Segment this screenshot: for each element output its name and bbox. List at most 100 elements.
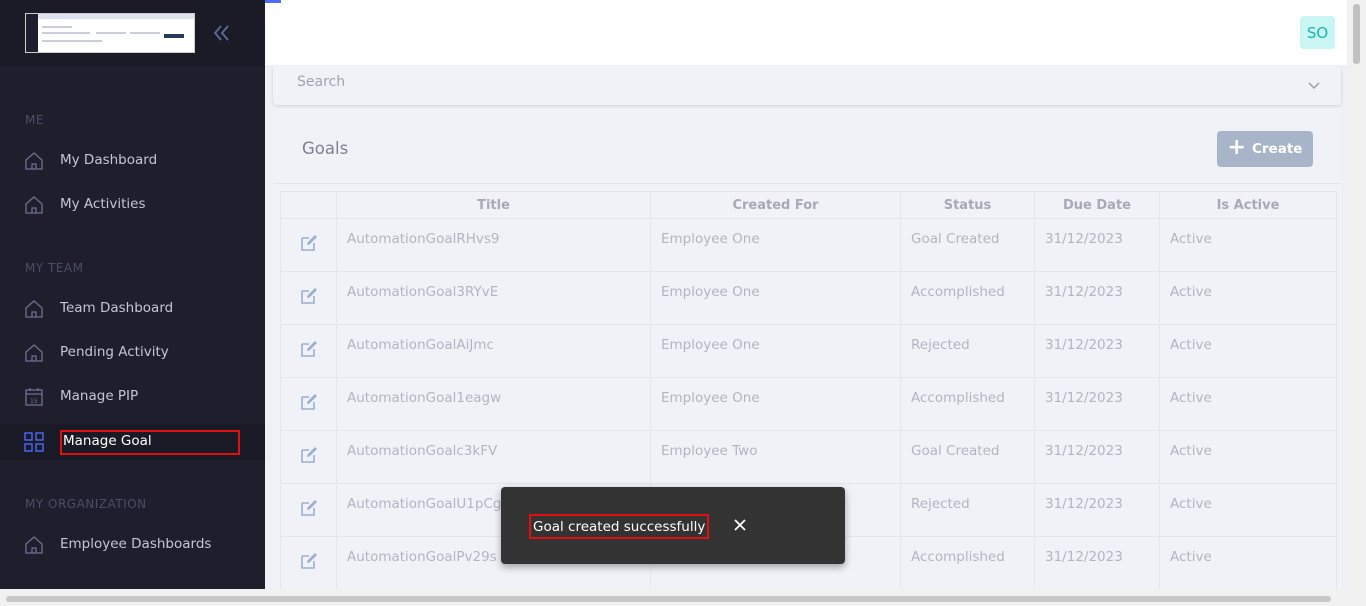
cell-due-date: 31/12/2023 — [1034, 430, 1160, 484]
column-header-due-date[interactable]: Due Date — [1034, 191, 1160, 219]
table-row: AutomationGoal3RYvE Employee One Accomplis… — [280, 271, 1337, 325]
table-row: AutomationGoalRHvs9 Employee One Goal Crea… — [280, 218, 1337, 272]
edit-cell — [280, 483, 337, 537]
cell-is-active: Active — [1159, 430, 1337, 484]
cell-created-for: Employee One — [650, 271, 901, 325]
cell-is-active: Active — [1159, 271, 1337, 325]
edit-cell — [280, 271, 337, 325]
cell-status: Rejected — [900, 483, 1035, 537]
sidebar-item-label: Pending Activity — [60, 344, 169, 360]
vertical-scrollbar[interactable] — [1347, 0, 1366, 589]
cell-title: AutomationGoalAiJmc — [336, 324, 651, 378]
table-header-row: Title Created For Status Due Date Is Act… — [280, 191, 1337, 219]
logo-thumbnail[interactable] — [25, 13, 195, 53]
cell-is-active: Active — [1159, 536, 1337, 590]
column-header-created-for[interactable]: Created For — [650, 191, 901, 219]
grid-icon — [24, 432, 44, 452]
column-header-title[interactable]: Title — [336, 191, 651, 219]
cell-title: AutomationGoalRHvs9 — [336, 218, 651, 272]
sidebar-item-my-activities[interactable]: My Activities — [0, 187, 265, 223]
sidebar-item-employee-dashboards[interactable]: Employee Dashboards — [0, 527, 265, 563]
cell-due-date: 31/12/2023 — [1034, 377, 1160, 431]
progress-accent — [265, 0, 281, 3]
cell-due-date: 31/12/2023 — [1034, 271, 1160, 325]
section-label-my-team: MY TEAM — [25, 261, 84, 275]
home-icon — [25, 300, 43, 318]
sidebar-item-team-dashboard[interactable]: Team Dashboard — [0, 291, 265, 327]
cell-title: AutomationGoal3RYvE — [336, 271, 651, 325]
cell-is-active: Active — [1159, 218, 1337, 272]
collapse-sidebar-icon[interactable] — [208, 20, 234, 46]
section-label-me: ME — [25, 113, 44, 127]
home-icon — [25, 196, 43, 214]
edit-icon[interactable] — [299, 445, 319, 465]
cell-created-for: Employee One — [650, 377, 901, 431]
sidebar-item-label: Manage PIP — [60, 388, 139, 404]
cell-status: Accomplished — [900, 536, 1035, 590]
create-button-label: Create — [1251, 141, 1303, 157]
toast-notification: Goal created successfully — [501, 487, 845, 564]
toast-message: Goal created successfully — [529, 514, 710, 539]
home-icon — [25, 344, 43, 362]
cell-status: Accomplished — [900, 271, 1035, 325]
topbar — [265, 0, 1347, 65]
home-icon — [25, 536, 43, 554]
plus-icon: + — [1227, 135, 1246, 160]
cell-title: AutomationGoalc3kFV — [336, 430, 651, 484]
create-button[interactable]: + Create — [1217, 131, 1313, 167]
column-header-is-active[interactable]: Is Active — [1159, 191, 1337, 219]
page-title: Goals — [302, 139, 349, 158]
search-panel[interactable]: Search — [273, 65, 1341, 105]
horizontal-scrollbar[interactable] — [0, 589, 1366, 606]
cell-status: Accomplished — [900, 377, 1035, 431]
sidebar-item-label: Team Dashboard — [60, 300, 174, 316]
edit-cell — [280, 324, 337, 378]
section-label-my-organization: MY ORGANIZATION — [25, 497, 147, 511]
svg-text:15: 15 — [30, 398, 38, 405]
sidebar-item-label: Employee Dashboards — [60, 536, 212, 552]
cell-due-date: 31/12/2023 — [1034, 483, 1160, 537]
table-row: AutomationGoal1eagw Employee One Accomplis… — [280, 377, 1337, 431]
home-icon — [25, 152, 43, 170]
cell-status: Goal Created — [900, 430, 1035, 484]
edit-cell — [280, 218, 337, 272]
sidebar-item-pending-activity[interactable]: Pending Activity — [0, 335, 265, 371]
cell-title: AutomationGoal1eagw — [336, 377, 651, 431]
edit-icon[interactable] — [299, 339, 319, 359]
cell-status: Goal Created — [900, 218, 1035, 272]
sidebar-item-my-dashboard[interactable]: My Dashboard — [0, 143, 265, 179]
divider — [273, 183, 1341, 184]
cell-created-for: Employee Two — [650, 430, 901, 484]
cell-is-active: Active — [1159, 483, 1337, 537]
cell-is-active: Active — [1159, 324, 1337, 378]
table-row: AutomationGoalAiJmc Employee One Rejected 3… — [280, 324, 1337, 378]
column-header-status[interactable]: Status — [900, 191, 1035, 219]
edit-icon[interactable] — [299, 392, 319, 412]
avatar[interactable]: SO — [1300, 16, 1335, 49]
search-label: Search — [297, 74, 346, 90]
sidebar: ME My Dashboard My Activities MY TEAM Te… — [0, 0, 265, 589]
edit-icon[interactable] — [299, 233, 319, 253]
cell-is-active: Active — [1159, 377, 1337, 431]
edit-icon[interactable] — [299, 498, 319, 518]
close-icon[interactable] — [732, 517, 748, 533]
cell-due-date: 31/12/2023 — [1034, 324, 1160, 378]
table-row: AutomationGoalc3kFV Employee Two Goal Crea… — [280, 430, 1337, 484]
calendar-icon: 15 — [25, 388, 43, 406]
sidebar-item-label: My Activities — [60, 196, 146, 212]
column-header-edit — [280, 191, 337, 219]
sidebar-item-label: My Dashboard — [60, 152, 158, 168]
cell-created-for: Employee One — [650, 324, 901, 378]
cell-due-date: 31/12/2023 — [1034, 218, 1160, 272]
edit-cell — [280, 377, 337, 431]
edit-cell — [280, 536, 337, 590]
edit-icon[interactable] — [299, 286, 319, 306]
cell-status: Rejected — [900, 324, 1035, 378]
sidebar-item-manage-pip[interactable]: 15 Manage PIP — [0, 379, 265, 415]
logo-area — [0, 0, 265, 66]
chevron-down-icon[interactable] — [1305, 77, 1323, 95]
edit-cell — [280, 430, 337, 484]
cell-due-date: 31/12/2023 — [1034, 536, 1160, 590]
cell-created-for: Employee One — [650, 218, 901, 272]
edit-icon[interactable] — [299, 551, 319, 571]
